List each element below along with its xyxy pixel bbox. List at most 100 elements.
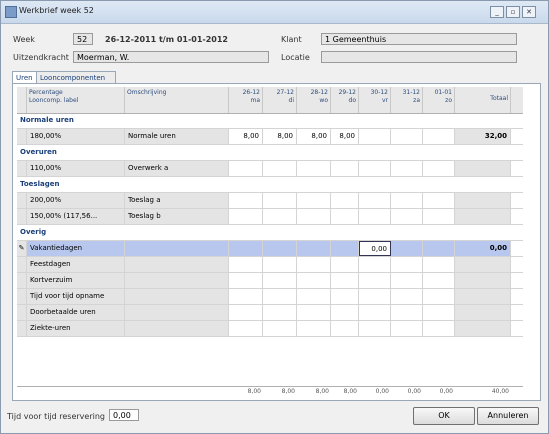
omschrijving-cell [125, 273, 229, 288]
omschrijving-cell[interactable] [125, 241, 229, 256]
tvt-field[interactable]: 0,00 [109, 409, 139, 421]
hours-cell[interactable]: 8,00 [297, 129, 331, 144]
total-cell [455, 257, 511, 272]
hours-cell[interactable] [297, 289, 331, 304]
overig-label-cell[interactable]: Vakantiedagen [27, 241, 125, 256]
group-label: Overig [20, 228, 47, 236]
hours-cell[interactable] [423, 161, 455, 176]
hours-cell[interactable] [297, 257, 331, 272]
hours-cell[interactable] [229, 321, 263, 336]
hours-cell[interactable] [391, 321, 423, 336]
hours-cell[interactable] [391, 193, 423, 208]
hours-cell[interactable] [359, 273, 391, 288]
hours-cell[interactable] [263, 273, 297, 288]
hours-cell[interactable] [423, 257, 455, 272]
hours-cell[interactable] [359, 321, 391, 336]
hours-cell[interactable] [331, 321, 359, 336]
hours-cell[interactable] [391, 257, 423, 272]
hours-cell[interactable] [263, 193, 297, 208]
hours-cell[interactable] [359, 129, 391, 144]
hours-cell[interactable] [263, 321, 297, 336]
hours-cell[interactable] [391, 289, 423, 304]
table-row: Tijd voor tijd opname [17, 289, 523, 305]
uitzendkracht-field[interactable]: Moerman, W. [73, 51, 269, 63]
hours-cell[interactable] [297, 161, 331, 176]
hours-cell[interactable] [359, 305, 391, 320]
omschrijving-cell: Toeslag b [125, 209, 229, 224]
hours-cell[interactable]: 8,00 [229, 129, 263, 144]
hours-cell[interactable] [229, 193, 263, 208]
hours-cell[interactable] [423, 321, 455, 336]
hours-cell[interactable] [297, 209, 331, 224]
day-date: 27-12 [276, 89, 294, 96]
hours-cell[interactable] [423, 241, 455, 256]
total-cell: 32,00 [455, 129, 511, 144]
hours-cell[interactable] [359, 257, 391, 272]
header-day-6: 31-12 za [391, 87, 423, 113]
hours-cell[interactable] [229, 273, 263, 288]
hours-cell[interactable] [391, 129, 423, 144]
hours-cell[interactable] [359, 209, 391, 224]
hours-cell[interactable] [263, 289, 297, 304]
hours-cell[interactable] [263, 209, 297, 224]
hours-cell[interactable] [297, 321, 331, 336]
hours-cell[interactable] [391, 273, 423, 288]
hours-cell[interactable] [391, 161, 423, 176]
hours-cell[interactable] [229, 241, 263, 256]
hours-cell[interactable]: 8,00 [331, 129, 359, 144]
locatie-field[interactable] [321, 51, 517, 63]
hours-cell[interactable] [229, 161, 263, 176]
hours-cell[interactable] [297, 241, 331, 256]
hours-cell[interactable] [331, 257, 359, 272]
hours-cell[interactable] [423, 305, 455, 320]
hours-cell[interactable] [229, 257, 263, 272]
table-row: 200,00% Toeslag a [17, 193, 523, 209]
header-day-4: 29-12 do [331, 87, 359, 113]
hours-cell[interactable] [359, 193, 391, 208]
day-date: 29-12 [338, 89, 356, 96]
day-date: 31-12 [402, 89, 420, 96]
ok-button[interactable]: OK [413, 407, 475, 425]
header-omschrijving: Omschrijving [125, 87, 229, 113]
hours-cell[interactable]: 8,00 [263, 129, 297, 144]
hours-cell[interactable] [331, 161, 359, 176]
hours-cell[interactable] [423, 273, 455, 288]
hours-cell[interactable] [331, 289, 359, 304]
hours-cell[interactable] [297, 273, 331, 288]
minimize-button[interactable]: _ [490, 6, 504, 18]
hours-cell[interactable] [229, 209, 263, 224]
close-button[interactable]: ✕ [522, 6, 536, 18]
total-cell [455, 209, 511, 224]
cancel-button[interactable]: Annuleren [477, 407, 539, 425]
hours-cell[interactable] [423, 129, 455, 144]
hours-cell[interactable] [331, 193, 359, 208]
hours-cell[interactable] [229, 305, 263, 320]
hours-cell[interactable] [359, 289, 391, 304]
maximize-button[interactable]: ▫ [506, 6, 520, 18]
hours-cell[interactable] [331, 305, 359, 320]
hours-cell[interactable] [297, 305, 331, 320]
hours-cell[interactable] [229, 289, 263, 304]
hours-cell[interactable] [423, 209, 455, 224]
hours-cell-editing[interactable]: 0,00 [359, 241, 391, 256]
hours-cell[interactable] [391, 305, 423, 320]
hours-cell[interactable] [263, 241, 297, 256]
hours-cell[interactable] [331, 273, 359, 288]
hours-cell[interactable] [263, 161, 297, 176]
hours-cell[interactable] [423, 193, 455, 208]
hours-cell[interactable] [297, 193, 331, 208]
hours-cell[interactable] [423, 289, 455, 304]
percentage-cell: 110,00% [27, 161, 125, 176]
percentage-cell: 150,00% (117,56... [27, 209, 125, 224]
hours-cell[interactable] [263, 257, 297, 272]
week-field[interactable]: 52 [73, 33, 93, 45]
hours-cell[interactable] [391, 241, 423, 256]
hours-cell[interactable] [391, 209, 423, 224]
hours-cell[interactable] [263, 305, 297, 320]
hours-cell[interactable] [331, 209, 359, 224]
hours-cell[interactable] [331, 241, 359, 256]
row-indicator [17, 321, 27, 336]
group-row-toeslagen: Toeslagen [17, 177, 523, 193]
klant-field[interactable]: 1 Gemeenthuis [321, 33, 517, 45]
hours-cell[interactable] [359, 161, 391, 176]
